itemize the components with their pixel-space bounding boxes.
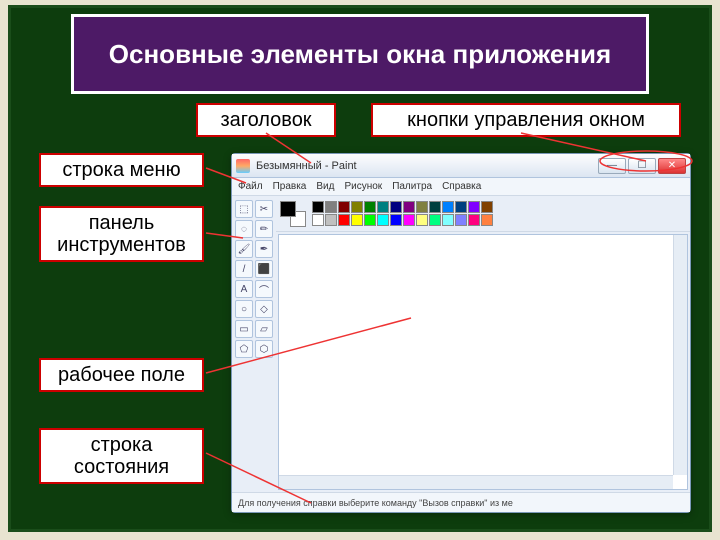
color-swatch[interactable] — [377, 214, 389, 226]
tool-button[interactable]: ⬡ — [255, 340, 273, 358]
color-swatch[interactable] — [429, 214, 441, 226]
tool-button[interactable]: / — [235, 260, 253, 278]
tool-button[interactable]: ✏ — [255, 220, 273, 238]
color-swatch[interactable] — [455, 214, 467, 226]
color-swatches — [312, 201, 493, 226]
slide-frame: Основные элементы окна приложения заголо… — [8, 5, 712, 532]
paint-app-icon — [236, 159, 250, 173]
color-swatch[interactable] — [481, 201, 493, 213]
fg-color-swatch — [280, 201, 296, 217]
vertical-scrollbar[interactable] — [673, 235, 687, 475]
label-canvas: рабочее поле — [39, 358, 204, 392]
color-swatch[interactable] — [364, 214, 376, 226]
slide-title: Основные элементы окна приложения — [109, 40, 611, 69]
tool-button[interactable]: A — [235, 280, 253, 298]
color-swatch[interactable] — [338, 201, 350, 213]
paint-window: Безымянный - Paint — ☐ ✕ Файл Правка Вид Ри… — [231, 153, 691, 513]
canvas[interactable] — [278, 234, 688, 490]
label-tool-panel: панель инструментов — [39, 206, 204, 262]
tool-button[interactable]: ⌒ — [255, 280, 273, 298]
color-swatch[interactable] — [312, 201, 324, 213]
tool-button[interactable]: ▭ — [235, 320, 253, 338]
color-swatch[interactable] — [442, 214, 454, 226]
paint-title-text: Безымянный - Paint — [256, 160, 598, 172]
paint-menubar: Файл Правка Вид Рисунок Палитра Справка — [232, 178, 690, 196]
minimize-button[interactable]: — — [598, 158, 626, 174]
status-text: Для получения справки выберите команду "… — [238, 498, 513, 508]
tool-button[interactable]: ✒ — [255, 240, 273, 258]
color-swatch[interactable] — [455, 201, 467, 213]
color-swatch[interactable] — [325, 214, 337, 226]
close-button[interactable]: ✕ — [658, 158, 686, 174]
tool-button[interactable]: ⬛ — [255, 260, 273, 278]
paint-right-area — [276, 196, 690, 492]
fg-bg-indicator[interactable] — [280, 201, 306, 227]
color-swatch[interactable] — [442, 201, 454, 213]
menu-item[interactable]: Рисунок — [344, 181, 382, 192]
maximize-button[interactable]: ☐ — [628, 158, 656, 174]
tool-button[interactable]: ▱ — [255, 320, 273, 338]
color-swatch[interactable] — [351, 214, 363, 226]
slide-title-banner: Основные элементы окна приложения — [71, 14, 649, 94]
paint-titlebar[interactable]: Безымянный - Paint — ☐ ✕ — [232, 154, 690, 178]
label-menubar: строка меню — [39, 153, 204, 187]
color-swatch[interactable] — [338, 214, 350, 226]
tool-button[interactable]: ⬚ — [235, 200, 253, 218]
color-swatch[interactable] — [468, 201, 480, 213]
color-swatch[interactable] — [403, 214, 415, 226]
color-swatch[interactable] — [429, 201, 441, 213]
label-statusbar: строка состояния — [39, 428, 204, 484]
menu-item[interactable]: Справка — [442, 181, 481, 192]
horizontal-scrollbar[interactable] — [279, 475, 673, 489]
color-swatch[interactable] — [416, 214, 428, 226]
menu-item[interactable]: Вид — [316, 181, 334, 192]
paint-body: ⬚✂◌✏🖌✒/⬛A⌒○◇▭▱⬠⬡ — [232, 196, 690, 492]
tool-button[interactable]: 🖌 — [235, 240, 253, 258]
tool-button[interactable]: ◌ — [235, 220, 253, 238]
color-swatch[interactable] — [325, 201, 337, 213]
tool-button[interactable]: ○ — [235, 300, 253, 318]
color-swatch[interactable] — [351, 201, 363, 213]
tool-button[interactable]: ✂ — [255, 200, 273, 218]
menu-item[interactable]: Правка — [273, 181, 307, 192]
color-swatch[interactable] — [481, 214, 493, 226]
label-window-controls: кнопки управления окном — [371, 103, 681, 137]
color-swatch[interactable] — [364, 201, 376, 213]
tool-button[interactable]: ⬠ — [235, 340, 253, 358]
menu-item[interactable]: Палитра — [392, 181, 432, 192]
color-swatch[interactable] — [468, 214, 480, 226]
window-control-group: — ☐ ✕ — [598, 158, 686, 174]
color-swatch[interactable] — [312, 214, 324, 226]
tool-palette: ⬚✂◌✏🖌✒/⬛A⌒○◇▭▱⬠⬡ — [232, 196, 276, 492]
color-swatch[interactable] — [377, 201, 389, 213]
menu-item[interactable]: Файл — [238, 181, 263, 192]
label-titlebar: заголовок — [196, 103, 336, 137]
color-swatch[interactable] — [390, 201, 402, 213]
tool-button[interactable]: ◇ — [255, 300, 273, 318]
color-swatch[interactable] — [390, 214, 402, 226]
color-swatch[interactable] — [416, 201, 428, 213]
paint-statusbar: Для получения справки выберите команду "… — [232, 492, 690, 512]
color-swatch[interactable] — [403, 201, 415, 213]
color-palette — [276, 196, 690, 232]
